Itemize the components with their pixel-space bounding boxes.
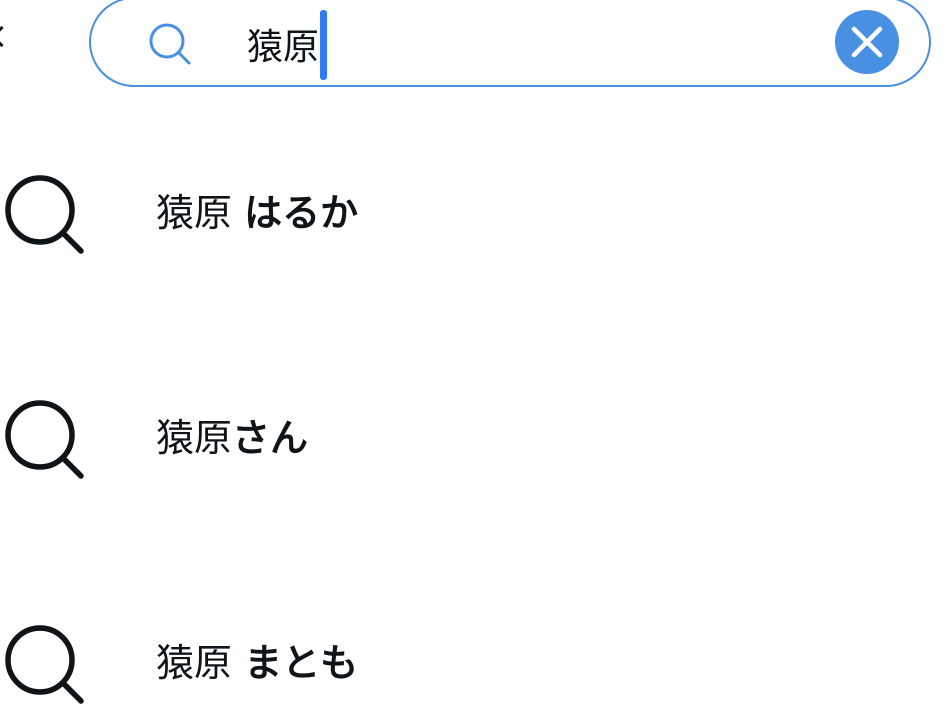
close-icon [851,26,883,58]
suggestion-item[interactable]: 猿原 まとも [0,588,943,715]
search-query-text: 猿原 [247,27,320,68]
suggestion-label: 猿原 はるか [156,184,359,235]
suggestion-label: 猿原 さん [156,409,309,460]
search-icon [5,175,84,254]
suggestion-item[interactable]: 猿原 さん [0,363,943,503]
text-caret [320,10,328,80]
suggestion-completion: まとも [244,640,359,685]
suggestion-completion: さん [232,415,309,460]
search-icon [5,625,84,704]
search-input[interactable]: 猿原 [247,10,328,80]
suggestion-prefix: 猿原 [156,190,245,235]
chevron-left-icon[interactable] [0,25,13,48]
suggestion-prefix: 猿原 [156,415,233,460]
suggestion-prefix: 猿原 [156,640,245,685]
clear-search-button[interactable] [835,10,899,74]
search-icon [149,23,191,65]
suggestion-item[interactable]: 猿原 はるか [0,138,943,278]
search-screen: 猿原 猿原 はるか 猿原 さん 猿原 まとも [0,0,943,715]
search-bar[interactable]: 猿原 [89,0,931,87]
suggestion-label: 猿原 まとも [156,634,359,685]
search-icon [5,400,84,479]
suggestion-completion: はるか [244,190,359,235]
